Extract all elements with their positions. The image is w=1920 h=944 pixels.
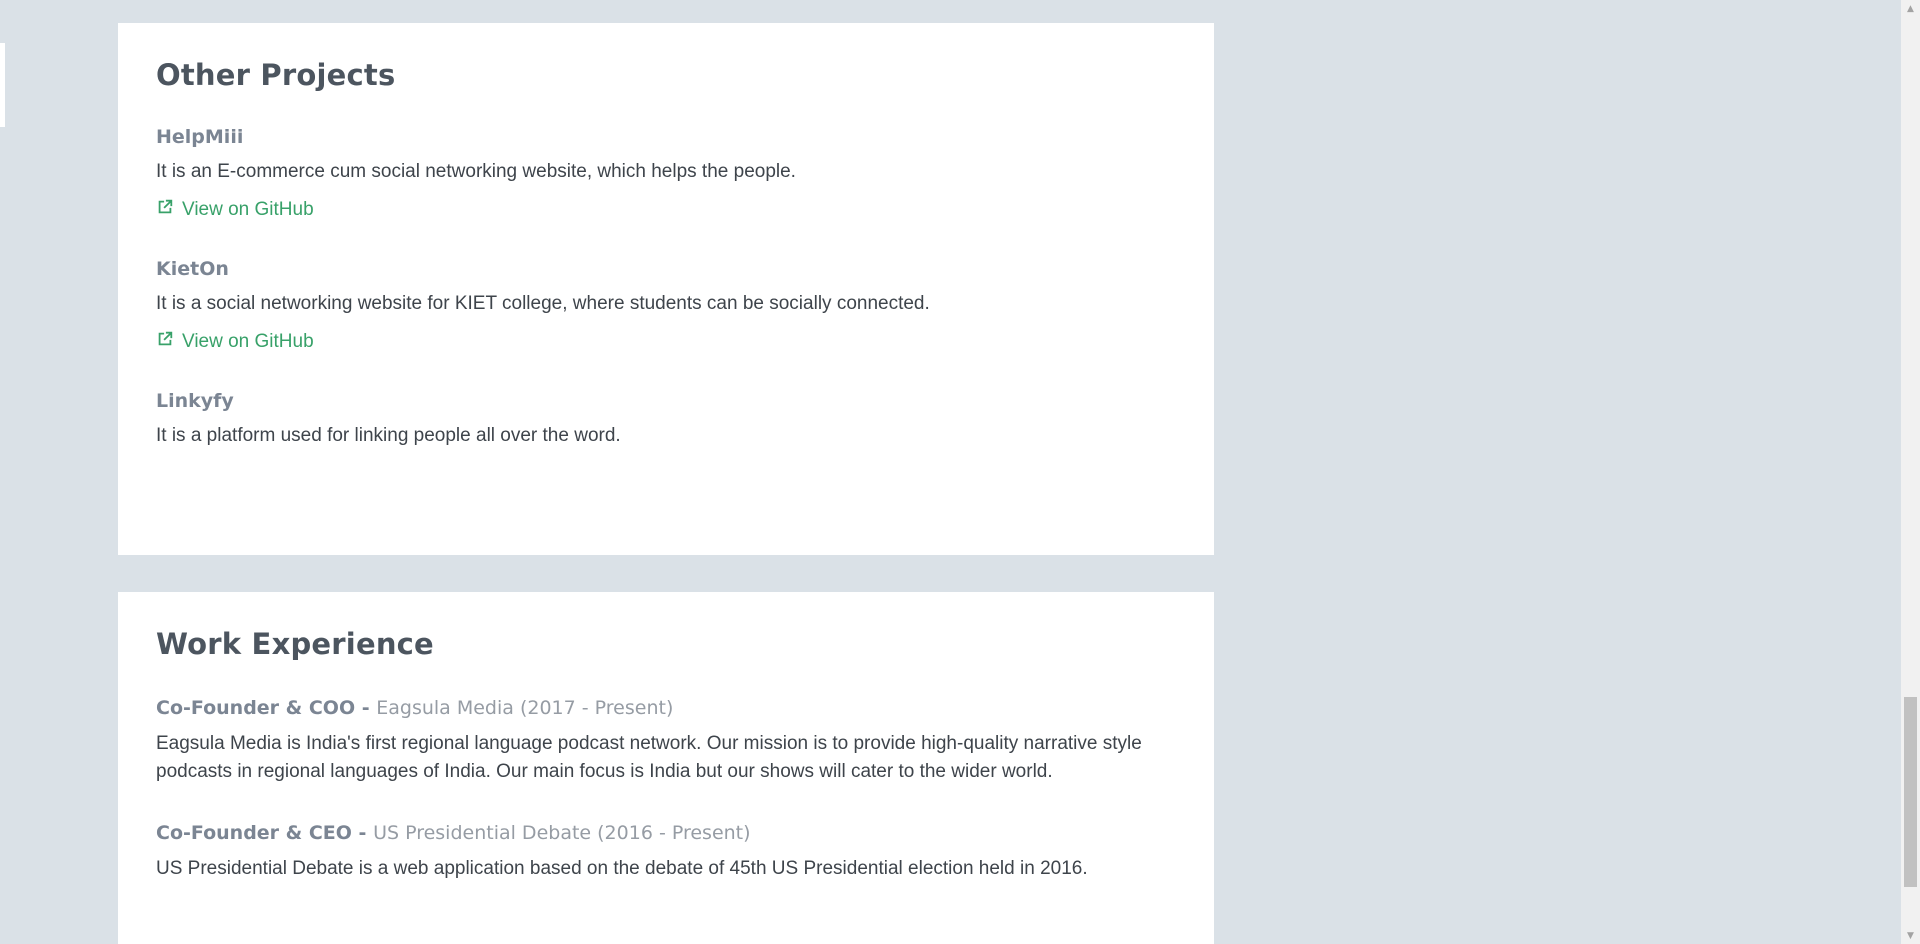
job-description: Eagsula Media is India's first regional … bbox=[156, 733, 1142, 782]
job-organization: US Presidential Debate (2016 - Present) bbox=[373, 822, 751, 844]
project-name: Linkyfy bbox=[156, 390, 234, 412]
job-heading: Co-Founder & COO - Eagsula Media (2017 -… bbox=[156, 697, 1176, 719]
job-role: Co-Founder & CEO bbox=[156, 822, 352, 844]
job-organization: Eagsula Media (2017 - Present) bbox=[376, 697, 674, 719]
scroll-down-arrow-icon[interactable]: ▼ bbox=[1901, 927, 1920, 944]
link-label: View on GitHub bbox=[182, 199, 314, 220]
side-tab[interactable] bbox=[0, 43, 5, 127]
other-projects-card: Other Projects HelpMiii It is an E-comme… bbox=[118, 23, 1214, 555]
job-separator: - bbox=[351, 822, 374, 844]
project-item-helpmiii: HelpMiii It is an E-commerce cum social … bbox=[156, 126, 1176, 222]
view-on-github-link[interactable]: View on GitHub bbox=[156, 330, 314, 354]
page: Other Projects HelpMiii It is an E-comme… bbox=[0, 0, 1920, 944]
view-on-github-link[interactable]: View on GitHub bbox=[156, 198, 314, 222]
vertical-scrollbar[interactable]: ▲ ▼ bbox=[1901, 0, 1920, 944]
external-link-icon bbox=[156, 198, 174, 222]
job-separator: - bbox=[355, 697, 377, 719]
project-name: HelpMiii bbox=[156, 126, 244, 148]
job-item: Co-Founder & CEO - US Presidential Debat… bbox=[156, 822, 1176, 883]
job-item: Co-Founder & COO - Eagsula Media (2017 -… bbox=[156, 697, 1176, 786]
scrollbar-thumb[interactable] bbox=[1904, 697, 1917, 887]
scroll-up-arrow-icon[interactable]: ▲ bbox=[1901, 0, 1920, 17]
project-item-linkyfy: Linkyfy It is a platform used for linkin… bbox=[156, 390, 1176, 450]
external-link-icon bbox=[156, 330, 174, 354]
project-item-kieton: KietOn It is a social networking website… bbox=[156, 258, 1176, 354]
section-title-other-projects: Other Projects bbox=[156, 58, 396, 92]
job-heading: Co-Founder & CEO - US Presidential Debat… bbox=[156, 822, 1176, 844]
link-label: View on GitHub bbox=[182, 331, 314, 352]
job-role: Co-Founder & COO bbox=[156, 697, 356, 719]
job-description: US Presidential Debate is a web applicat… bbox=[156, 858, 1088, 879]
project-description: It is a platform used for linking people… bbox=[156, 425, 621, 446]
work-experience-card: Work Experience Co-Founder & COO - Eagsu… bbox=[118, 592, 1214, 944]
project-name: KietOn bbox=[156, 258, 229, 280]
section-title-work-experience: Work Experience bbox=[156, 627, 434, 661]
project-description: It is a social networking website for KI… bbox=[156, 293, 930, 314]
project-description: It is an E-commerce cum social networkin… bbox=[156, 161, 796, 182]
